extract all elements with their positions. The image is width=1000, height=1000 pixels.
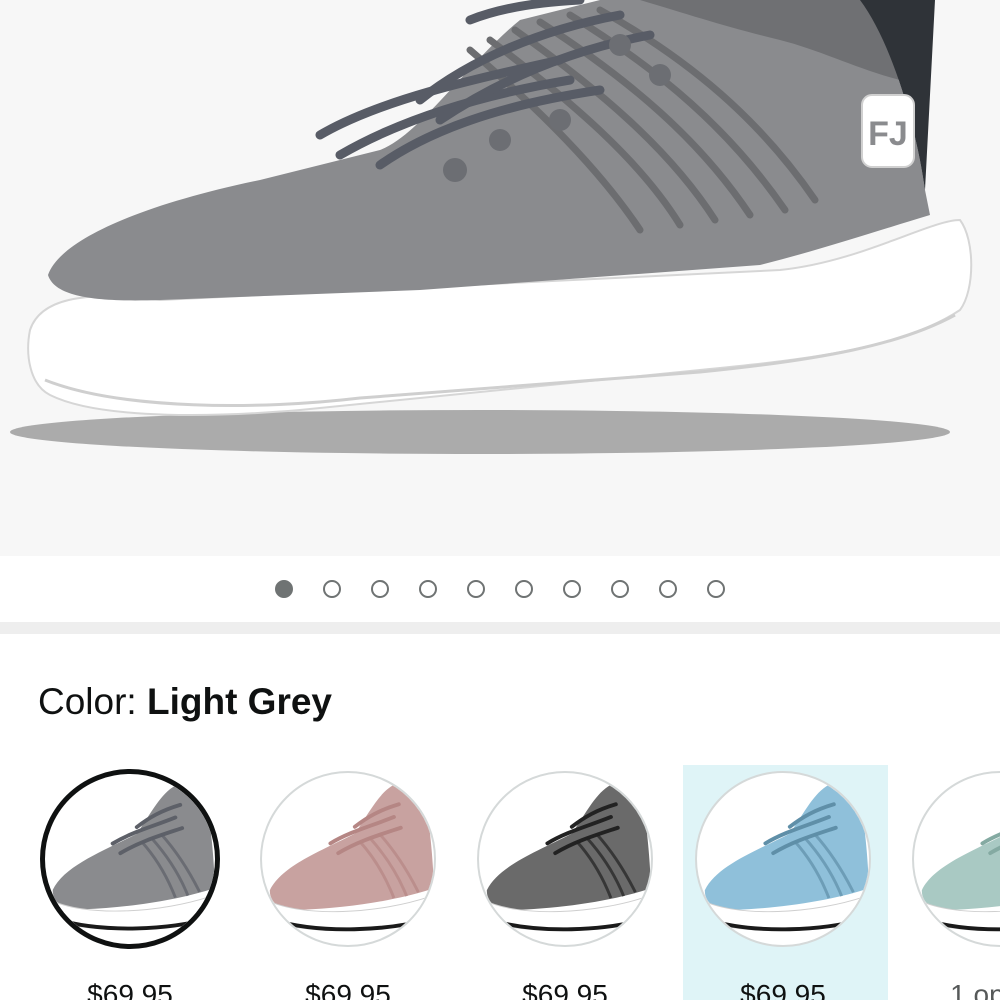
color-swatch-list: $69.95 $69.95 $69.95 $69.95 1 option — [0, 765, 1000, 1000]
color-swatch[interactable]: $69.95 — [40, 765, 242, 1000]
swatch-image — [260, 771, 436, 947]
carousel-dot[interactable] — [563, 580, 581, 598]
color-label-prefix: Color: — [38, 681, 137, 722]
product-image[interactable]: FJ — [0, 0, 1000, 556]
brand-logo-text: FJ — [868, 115, 908, 153]
carousel-dot[interactable] — [515, 580, 533, 598]
color-swatch[interactable]: 1 option — [912, 765, 1000, 1000]
swatch-price: $69.95 — [522, 979, 608, 1000]
selected-color-value: Light Grey — [146, 681, 333, 722]
image-carousel-dots — [0, 556, 1000, 622]
carousel-dot[interactable] — [419, 580, 437, 598]
carousel-dot[interactable] — [323, 580, 341, 598]
swatch-image — [477, 771, 653, 947]
carousel-dot[interactable] — [467, 580, 485, 598]
swatch-price: 1 option — [950, 979, 1000, 1000]
carousel-dot[interactable] — [707, 580, 725, 598]
carousel-dot[interactable] — [659, 580, 677, 598]
color-swatch[interactable]: $69.95 — [683, 765, 895, 1000]
swatch-price: $69.95 — [87, 979, 173, 1000]
color-selector-label: Color: Light Grey — [38, 680, 332, 724]
section-divider — [0, 622, 1000, 634]
color-swatch[interactable]: $69.95 — [477, 765, 677, 1000]
carousel-dot[interactable] — [275, 580, 293, 598]
swatch-price: $69.95 — [740, 979, 826, 1000]
carousel-dot[interactable] — [611, 580, 629, 598]
swatch-image — [695, 771, 871, 947]
swatch-image — [40, 769, 220, 949]
shoe-illustration: FJ — [10, 0, 973, 454]
carousel-dot[interactable] — [371, 580, 389, 598]
color-swatch[interactable]: $69.95 — [260, 765, 460, 1000]
swatch-price: $69.95 — [305, 979, 391, 1000]
swatch-image — [912, 771, 1000, 947]
